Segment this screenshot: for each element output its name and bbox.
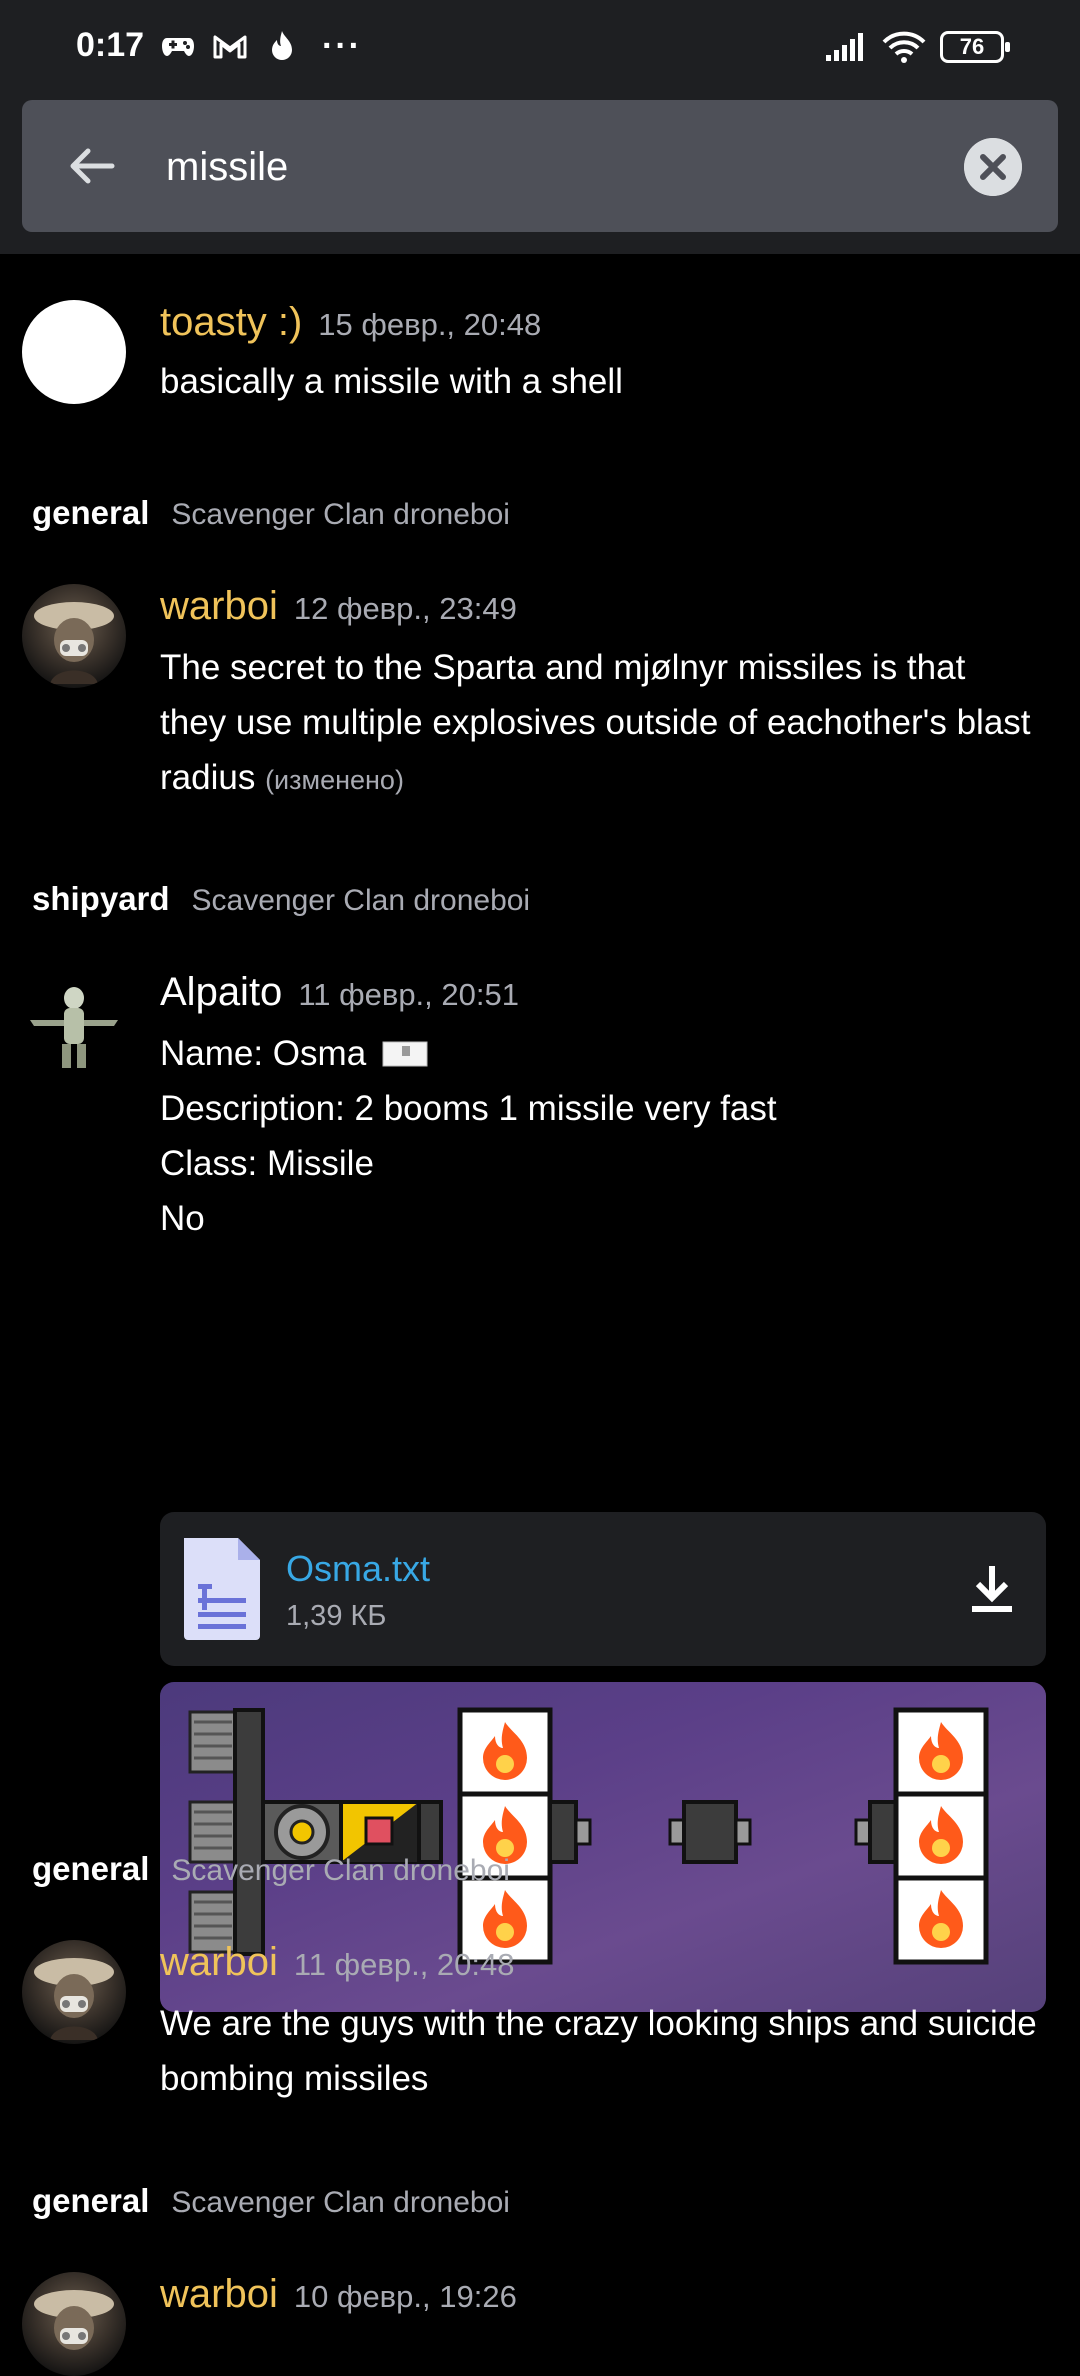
message-text: Name: Osma Description: 2 booms 1 missil… bbox=[160, 1026, 1060, 1246]
envelope-emoji-icon bbox=[382, 1041, 428, 1067]
message-author[interactable]: toasty :) bbox=[160, 300, 302, 345]
message-text: We are the guys with the crazy looking s… bbox=[160, 1996, 1060, 2106]
message-line: Name: Osma bbox=[160, 1034, 367, 1073]
file-name-link[interactable]: Osma.txt bbox=[286, 1548, 430, 1590]
download-icon[interactable] bbox=[968, 1562, 1016, 1614]
message-line: Description: 2 booms 1 missile very fast bbox=[160, 1089, 777, 1128]
guild-name: Scavenger Clan droneboi bbox=[171, 2186, 510, 2219]
system-icons: 76 bbox=[824, 30, 1010, 64]
message-line: The secret to the Sparta and mjølnyr mis… bbox=[160, 648, 966, 687]
file-attachment[interactable]: Osma.txt 1,39 КБ bbox=[160, 1512, 1046, 1666]
search-header bbox=[0, 96, 1080, 254]
channel-header[interactable]: general Scavenger Clan droneboi bbox=[32, 494, 510, 532]
avatar[interactable] bbox=[22, 970, 126, 1074]
avatar[interactable] bbox=[22, 300, 126, 404]
status-bar: 0:17 ··· 76 bbox=[0, 0, 1080, 96]
edited-label: (изменено) bbox=[265, 765, 404, 795]
guild-name: Scavenger Clan droneboi bbox=[191, 884, 531, 917]
message-text: basically a missile with a shell bbox=[160, 362, 623, 401]
message-timestamp: 10 февр., 19:26 bbox=[293, 2279, 517, 2314]
avatar[interactable] bbox=[22, 584, 126, 688]
arrow-left-icon[interactable] bbox=[62, 136, 122, 196]
message-author[interactable]: warboi bbox=[160, 1940, 278, 1985]
clear-icon[interactable] bbox=[964, 138, 1022, 196]
more-icon: ··· bbox=[322, 27, 362, 65]
message-line: We are the guys with the crazy looking s… bbox=[160, 2004, 1037, 2043]
file-size: 1,39 КБ bbox=[286, 1600, 387, 1632]
message-timestamp: 11 февр., 20:48 bbox=[293, 1947, 515, 1982]
guild-name: Scavenger Clan droneboi bbox=[171, 1854, 510, 1887]
notification-icons: ··· bbox=[160, 28, 362, 64]
search-input[interactable] bbox=[164, 136, 948, 198]
message-author[interactable]: warboi bbox=[160, 2272, 278, 2317]
status-time: 0:17 bbox=[76, 26, 145, 64]
gamepad-icon bbox=[162, 38, 194, 56]
channel-name: general bbox=[32, 1850, 150, 1887]
guild-name: Scavenger Clan droneboi bbox=[171, 498, 510, 531]
avatar[interactable] bbox=[22, 2272, 126, 2376]
message-line: bombing missiles bbox=[160, 2059, 429, 2098]
channel-header[interactable]: general Scavenger Clan droneboi bbox=[32, 2182, 510, 2220]
fire-icon bbox=[272, 31, 292, 60]
channel-name: shipyard bbox=[32, 880, 170, 917]
text-file-icon bbox=[184, 1538, 260, 1640]
avatar[interactable] bbox=[22, 1940, 126, 2044]
signal-icon bbox=[826, 33, 863, 61]
message-text: The secret to the Sparta and mjølnyr mis… bbox=[160, 640, 1060, 808]
gmail-icon bbox=[213, 35, 247, 59]
message-line: Class: Missile bbox=[160, 1144, 374, 1183]
message-author[interactable]: warboi bbox=[160, 584, 278, 629]
message-timestamp: 12 февр., 23:49 bbox=[293, 591, 517, 626]
message-line: they use multiple explosives outside of … bbox=[160, 703, 1031, 742]
channel-name: general bbox=[32, 2182, 150, 2219]
message-timestamp: 15 февр., 20:48 bbox=[318, 307, 542, 342]
channel-name: general bbox=[32, 494, 150, 531]
message-line: No bbox=[160, 1199, 205, 1238]
battery-icon: 76 bbox=[940, 31, 1010, 63]
channel-header[interactable]: shipyard Scavenger Clan droneboi bbox=[32, 880, 530, 918]
wifi-icon bbox=[882, 31, 926, 63]
channel-header[interactable]: general Scavenger Clan droneboi bbox=[32, 1850, 510, 1888]
message-author[interactable]: Alpaito bbox=[160, 970, 282, 1015]
message-line: radius bbox=[160, 758, 256, 797]
message-timestamp: 11 февр., 20:51 bbox=[298, 977, 519, 1012]
search-bar bbox=[22, 100, 1058, 232]
